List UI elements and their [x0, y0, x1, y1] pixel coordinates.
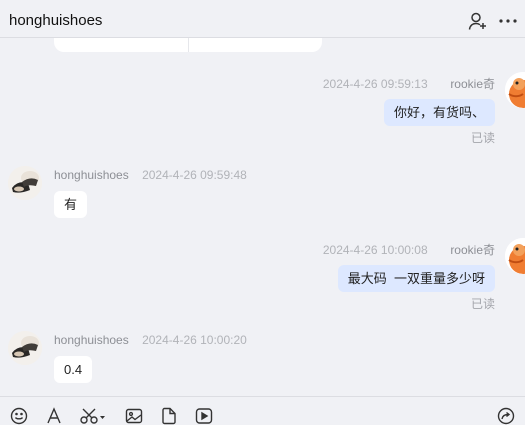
header-actions: [467, 10, 519, 32]
avatar[interactable]: [505, 72, 525, 108]
message-meta: 2024-4-26 09:59:13 rookie奇: [323, 75, 495, 92]
emoji-icon[interactable]: [8, 405, 30, 425]
image-icon[interactable]: [123, 405, 145, 425]
share-icon[interactable]: [495, 405, 517, 425]
previous-product-card[interactable]: [54, 38, 322, 52]
avatar[interactable]: [8, 331, 42, 365]
card-divider: [188, 38, 189, 52]
message-bubble[interactable]: 有: [54, 191, 88, 218]
chat-header: honghuishoes: [0, 0, 525, 38]
scissors-icon[interactable]: [78, 405, 108, 425]
message-list[interactable]: 2024-4-26 09:59:13 rookie奇 你好，有货吗、 已读 ho…: [0, 38, 525, 396]
message-time: 2024-4-26 09:59:48: [142, 168, 247, 182]
chat-title: honghuishoes: [9, 12, 103, 29]
message-bubble[interactable]: 你好，有货吗、: [383, 99, 495, 126]
file-icon[interactable]: [158, 405, 180, 425]
message-time: 2024-4-26 09:59:13: [322, 77, 428, 91]
more-icon[interactable]: [497, 10, 519, 32]
message-meta: honghuishoes 2024-4-26 10:00:20: [54, 333, 247, 347]
message-time: 2024-4-26 10:00:08: [322, 243, 428, 257]
avatar[interactable]: [8, 166, 42, 200]
message-time: 2024-4-26 10:00:20: [142, 333, 247, 347]
avatar[interactable]: [505, 238, 525, 274]
message-meta: honghuishoes 2024-4-26 09:59:48: [54, 168, 247, 182]
message-meta: 2024-4-26 10:00:08 rookie奇: [323, 241, 495, 258]
read-status: 已读: [470, 131, 495, 145]
message-sender: rookie奇: [450, 77, 495, 91]
message-sender: honghuishoes: [54, 333, 129, 347]
message-sender: honghuishoes: [54, 168, 129, 182]
read-status: 已读: [470, 297, 495, 311]
video-icon[interactable]: [193, 405, 215, 425]
message-sender: rookie奇: [450, 243, 495, 257]
message-bubble[interactable]: 最大码 一双重量多少呀: [337, 265, 495, 292]
font-icon[interactable]: [43, 405, 65, 425]
message-bubble[interactable]: 0.4: [54, 356, 93, 383]
input-toolbar: [0, 396, 525, 425]
add-member-icon[interactable]: [467, 10, 489, 32]
